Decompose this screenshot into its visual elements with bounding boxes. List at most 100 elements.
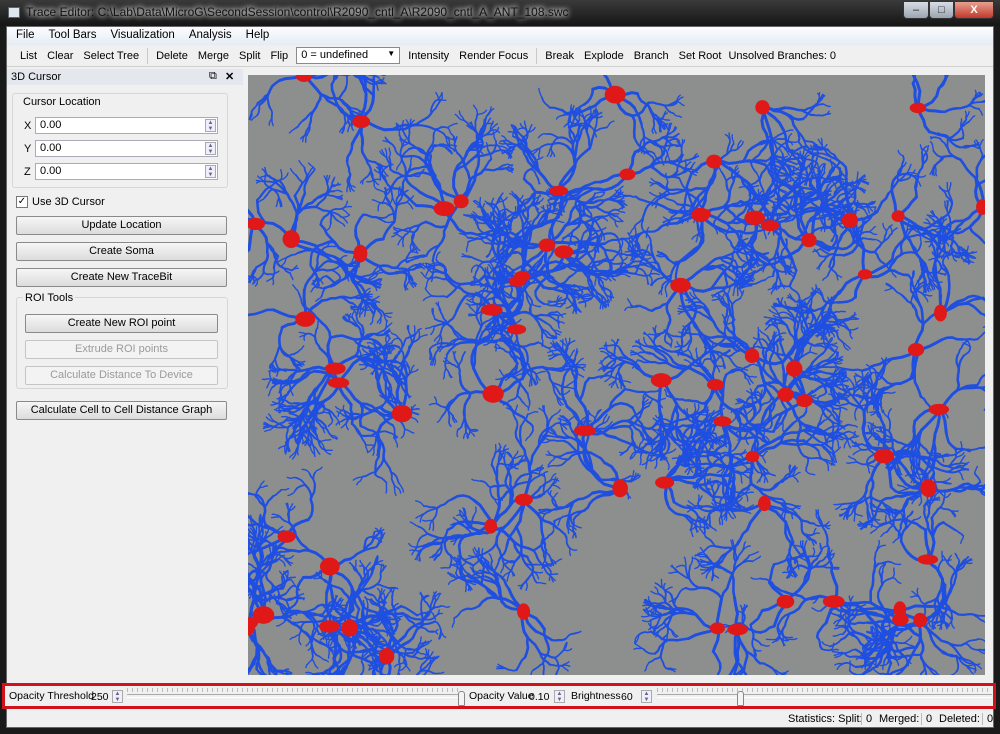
maximize-button[interactable]: □ [929,1,954,19]
trace-branch [476,109,488,116]
menu-analysis[interactable]: Analysis [182,27,239,45]
close-button[interactable]: X [954,1,994,19]
trace-branch [357,272,374,278]
update-location-button[interactable]: Update Location [16,216,227,235]
trace-branch [959,158,977,179]
spinner-icon[interactable]: ▲ ▼ [205,165,216,178]
trace-branch [525,580,529,591]
trace-branch [532,549,543,566]
trace-branch [893,438,910,447]
trace-branch [489,486,495,500]
y-field[interactable]: 0.00 ▲ ▼ [35,140,218,157]
set-root-button[interactable]: Set Root [674,50,727,62]
intensity-button[interactable]: Intensity [403,50,454,62]
trace-branch [670,339,673,348]
trace-branch [947,127,962,140]
trace-branch [954,529,965,537]
z-field[interactable]: 0.00 ▲ ▼ [35,163,218,180]
trace-branch [960,441,963,452]
trace-branch [884,287,895,292]
trace-branch [333,189,343,193]
flip-button[interactable]: Flip [265,50,293,62]
cell-distance-graph-button[interactable]: Calculate Cell to Cell Distance Graph [16,401,227,420]
trace-branch [960,118,963,129]
trace-branch [537,132,548,139]
trace-branch [761,455,767,464]
3d-render-view[interactable] [248,75,985,675]
trace-branch [828,252,845,257]
select-tree-button[interactable]: Select Tree [78,50,144,62]
trace-branch [979,312,985,317]
use-3d-cursor-checkbox[interactable]: ✓ [16,196,28,208]
trace-branch [526,392,531,404]
trace-branch [906,163,912,174]
trace-branch [435,402,447,409]
merge-button[interactable]: Merge [193,50,234,62]
trace-branch [534,272,537,281]
list-button[interactable]: List [15,50,42,62]
clear-button[interactable]: Clear [42,50,78,62]
explode-button[interactable]: Explode [579,50,629,62]
break-button[interactable]: Break [540,50,579,62]
create-soma-button[interactable]: Create Soma [16,242,227,261]
create-tracebit-button[interactable]: Create New TraceBit [16,268,227,287]
trace-branch [759,396,762,408]
trace-branch [852,383,856,399]
delete-button[interactable]: Delete [151,50,193,62]
trace-branch [860,386,872,389]
close-dock-icon[interactable]: ✕ [225,70,234,83]
trace-branch [371,199,382,204]
trace-branch [531,303,542,308]
trace-branch [885,524,895,534]
trace-branch [796,443,809,459]
trace-branch [361,177,367,185]
trace-branch [922,504,928,521]
trace-branch [939,496,946,509]
branch-button[interactable]: Branch [629,50,674,62]
title-bar: Trace Editor: C:\Lab\Data\MicroG\SecondS… [0,0,1000,26]
trace-branch [656,253,667,257]
create-roi-point-button[interactable]: Create New ROI point [25,314,218,333]
trace-branch [745,408,754,416]
trace-branch [494,444,497,455]
trace-branch [430,542,443,547]
trace-branch [978,139,984,147]
type-select[interactable]: 0 = undefined ▼ [296,47,401,64]
menu-help[interactable]: Help [239,27,277,45]
split-button[interactable]: Split [234,50,265,62]
trace-branch [448,418,452,427]
trace-branch [745,650,762,665]
cursor-dock-panel: 3D Cursor ⧉ ✕ Cursor Location X 0.00 ▲ ▼ Y… [7,69,243,679]
trace-branch [274,344,281,360]
trace-branch [738,422,742,440]
spinner-icon[interactable]: ▲ ▼ [205,142,216,155]
menu-tool-bars[interactable]: Tool Bars [42,27,104,45]
extrude-roi-points-button[interactable]: Extrude ROI points [25,340,218,359]
trace-branch [769,415,773,429]
trace-branch [518,382,529,395]
trace-branch [852,449,863,456]
trace-branch [486,248,493,258]
trace-branch [969,96,976,107]
menu-visualization[interactable]: Visualization [103,27,181,45]
trace-branch [447,408,451,421]
trace-branch [884,514,887,524]
trace-branch [320,295,342,302]
trace-branch [818,555,829,563]
trace-branch [479,480,492,489]
spinner-icon[interactable]: ▲ ▼ [205,119,216,132]
trace-branch [456,428,459,438]
trace-branch [893,375,916,385]
trace-branch [510,287,513,299]
trace-branch [856,384,869,395]
minimize-button[interactable]: – [903,1,929,19]
trace-branch [603,248,620,255]
trace-branch [903,635,913,644]
calculate-distance-button[interactable]: Calculate Distance To Device [25,366,218,385]
trace-branch [535,370,546,375]
float-icon[interactable]: ⧉ [209,70,217,83]
trace-branch [817,391,828,399]
menu-file[interactable]: File [9,27,42,45]
x-field[interactable]: 0.00 ▲ ▼ [35,117,218,134]
render-focus-button[interactable]: Render Focus [454,50,533,62]
